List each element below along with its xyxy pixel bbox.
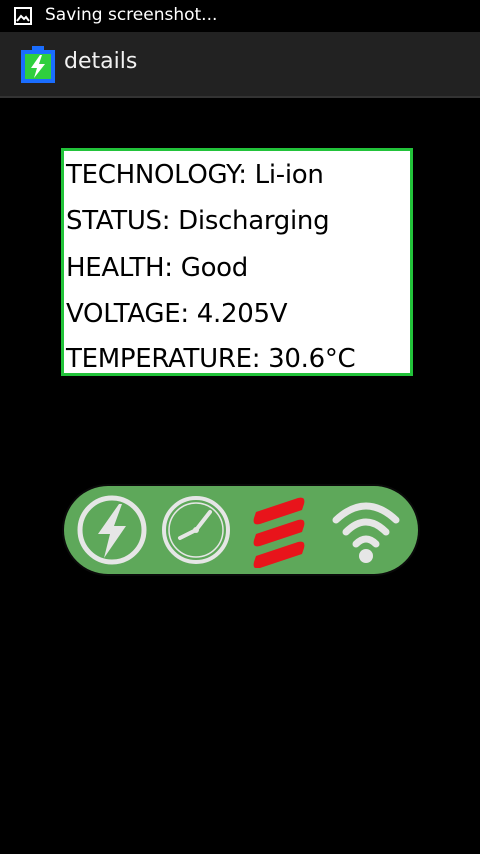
voltage-label: VOLTAGE: 4.205V <box>66 299 288 329</box>
notification-text: Saving screenshot... <box>45 5 218 25</box>
health-label: HEALTH: Good <box>66 253 248 283</box>
wifi-button[interactable] <box>328 492 404 568</box>
toolbar <box>64 486 418 574</box>
red-bars-icon <box>253 497 305 568</box>
lightning-icon <box>77 495 147 565</box>
status-label: STATUS: Discharging <box>66 206 330 236</box>
screenshot-icon <box>14 7 32 25</box>
battery-bolt-icon[interactable] <box>20 46 56 84</box>
page-title: details <box>64 49 138 74</box>
battery-info-card: TECHNOLOGY: Li-ion STATUS: Discharging H… <box>61 148 413 376</box>
action-bar: details <box>0 32 480 98</box>
red-bars-button[interactable] <box>242 492 318 568</box>
clock-button[interactable] <box>158 492 234 568</box>
status-bar: Saving screenshot... <box>0 0 480 32</box>
lightning-button[interactable] <box>74 492 150 568</box>
temperature-label: TEMPERATURE: 30.6°C <box>66 344 356 374</box>
technology-label: TECHNOLOGY: Li-ion <box>66 160 324 190</box>
clock-icon <box>162 496 230 564</box>
wifi-icon <box>332 502 400 563</box>
